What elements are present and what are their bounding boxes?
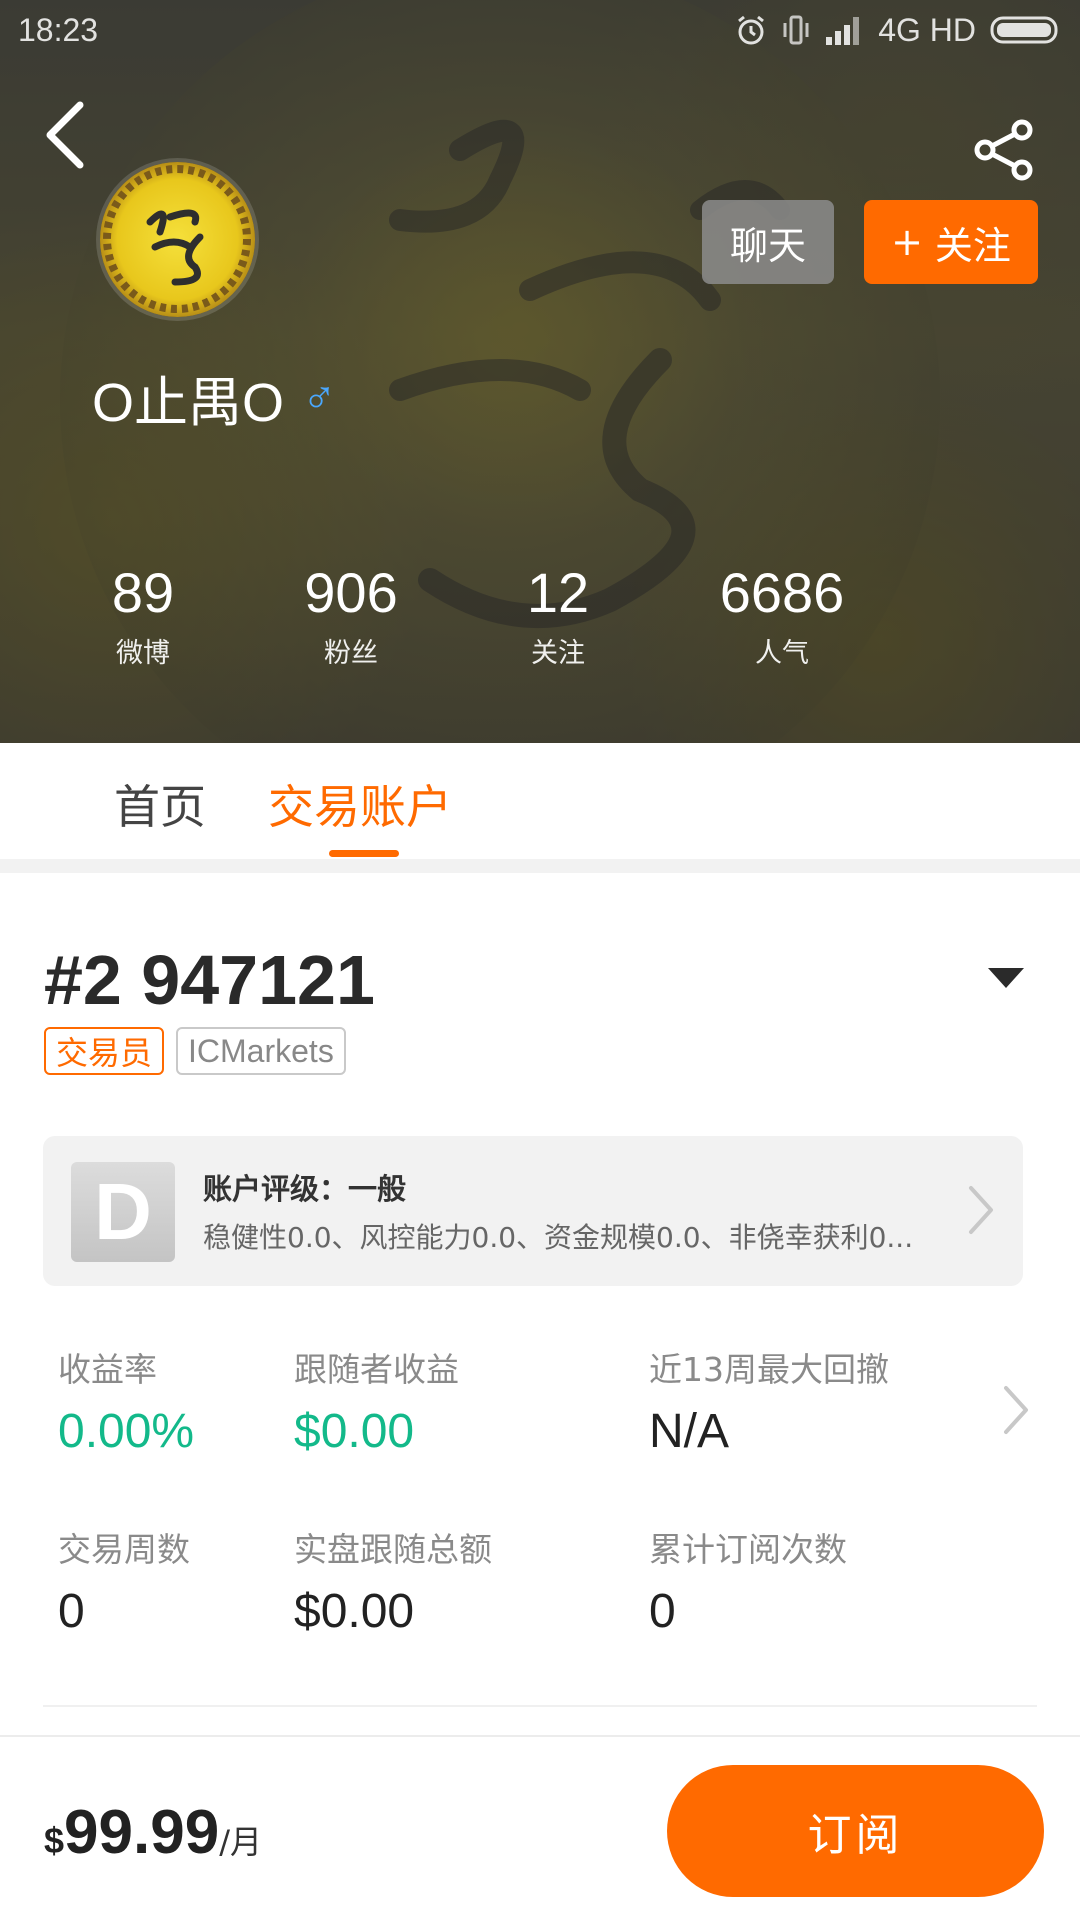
price-currency: $ [44,1820,65,1861]
subscribe-bar: $ 99.99 /月 订阅 [0,1735,1080,1920]
metric-label: 交易周数 [58,1530,190,1569]
avatar[interactable] [100,162,255,317]
metric-label: 累计订阅次数 [649,1530,847,1569]
stat-label: 人气 [755,638,809,669]
vibrate-icon [783,15,809,45]
account-rating-card[interactable]: D 账户评级：一般 稳健性0.0、风控能力0.0、资金规模0.0、非侥幸获利0.… [43,1136,1023,1286]
account-badges: 交易员 ICMarkets [44,1027,346,1075]
back-button[interactable] [36,95,96,175]
plus-icon: + [891,220,923,264]
metric-value: $0.00 [294,1585,415,1638]
metric-value: 0.00% [58,1405,195,1458]
username-row: O止禺O ♂ [92,360,337,434]
profile-stats: 89 微博 906 粉丝 12 关注 6686 人气 [0,555,1080,695]
section-divider [0,859,1080,873]
metric-value: 0 [58,1585,85,1638]
status-bar: 18:23 4G HD [0,0,1080,60]
tab-trading-account[interactable]: 交易账户 [268,771,452,837]
chevron-right-icon [969,1186,993,1234]
stat-label: 粉丝 [324,638,378,669]
subscribe-button[interactable]: 订阅 [667,1765,1044,1897]
metric-value: 0 [649,1585,676,1638]
stat-value: 6686 [719,561,845,624]
metric-label: 近13周最大回撤 [649,1350,889,1389]
chat-button[interactable]: 聊天 [702,200,834,284]
price-amount: 99.99 [64,1798,220,1867]
rating-grade: D [71,1162,175,1262]
tab-bar: 首页 交易账户 [0,743,1080,859]
stat-fans[interactable]: 906 粉丝 [251,555,451,677]
alarm-icon [738,15,765,45]
tab-active-indicator [329,850,399,857]
tab-home[interactable]: 首页 [114,771,206,837]
price-unit: /月 [219,1823,262,1861]
account-id: #2 947121 [44,941,375,1019]
stat-value: 906 [304,561,398,624]
trader-badge: 交易员 [44,1027,165,1075]
chevron-right-icon[interactable] [998,1380,1032,1440]
divider [43,1705,1037,1707]
metric-return-rate: 收益率 0.00% [58,1345,194,1469]
network-type: 4G HD [878,11,976,48]
metric-follower-profit: 跟随者收益 $0.00 [294,1345,459,1469]
rating-description: 稳健性0.0、风控能力0.0、资金规模0.0、非侥幸获利0... [203,1221,914,1254]
metric-label: 实盘跟随总额 [294,1530,492,1569]
stat-label: 关注 [531,638,585,669]
metric-max-drawdown: 近13周最大回撤 N/A [649,1345,889,1469]
metric-value: N/A [649,1405,730,1458]
metric-subscription-count: 累计订阅次数 0 [649,1525,847,1649]
subscribe-button-label: 订阅 [807,1810,904,1861]
follow-button-label: 关注 [934,223,1011,268]
stat-label: 微博 [116,638,170,669]
broker-badge: ICMarkets [176,1027,346,1075]
chat-button-label: 聊天 [729,223,806,268]
share-button[interactable] [972,118,1036,182]
stat-popularity[interactable]: 6686 人气 [682,555,882,677]
account-metrics: 收益率 0.00% 跟随者收益 $0.00 近13周最大回撤 N/A 交易周数 … [0,1345,1080,1675]
username: O止禺O [92,372,285,433]
metric-label: 跟随者收益 [294,1350,459,1389]
status-icons: 4G HD [734,12,1062,49]
stat-following[interactable]: 12 关注 [458,555,658,677]
stat-value: 89 [111,561,175,624]
stat-posts[interactable]: 89 微博 [43,555,243,677]
metric-value: $0.00 [294,1405,415,1458]
metric-trading-weeks: 交易周数 0 [58,1525,190,1649]
follow-button[interactable]: + 关注 [864,200,1038,284]
metric-total-follow-amount: 实盘跟随总额 $0.00 [294,1525,492,1649]
rating-title: 账户评级：一般 [203,1172,407,1206]
status-time: 18:23 [18,11,99,48]
battery-icon [990,16,1058,44]
male-gender-icon: ♂ [302,371,337,423]
metric-label: 收益率 [58,1350,157,1389]
stat-value: 12 [526,561,590,624]
subscription-price: $ 99.99 /月 [44,1797,262,1868]
triangle-down-icon[interactable] [988,968,1024,988]
signal-icon [826,17,860,45]
